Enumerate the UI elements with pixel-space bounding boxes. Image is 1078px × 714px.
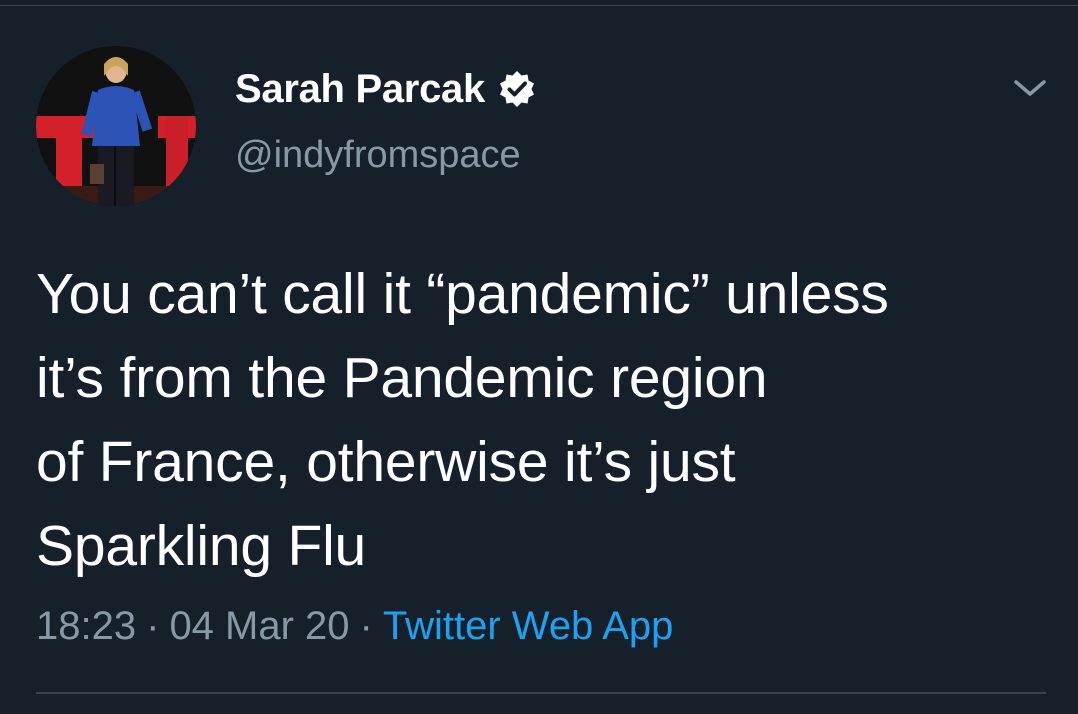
display-name[interactable]: Sarah Parcak [235, 67, 485, 112]
tweet-text: You can’t call it “pandemic” unless it’s… [36, 262, 889, 578]
avatar[interactable] [36, 46, 196, 206]
name-row: Sarah Parcak [235, 64, 537, 114]
meta-separator: · [359, 604, 373, 648]
chevron-down-icon[interactable] [1012, 74, 1048, 102]
user-handle[interactable]: @indyfromspace [235, 134, 537, 177]
bottom-divider [36, 692, 1046, 694]
tweet-source-link[interactable]: Twitter Web App [383, 604, 674, 648]
verified-badge-icon [497, 69, 537, 109]
tweet: Sarah Parcak @indyfromspace You can’t ca… [0, 0, 1078, 714]
meta-separator: · [146, 604, 160, 648]
tweet-header: Sarah Parcak @indyfromspace [235, 64, 537, 177]
tweet-time[interactable]: 18:23 [36, 604, 136, 648]
tweet-date[interactable]: 04 Mar 20 [169, 604, 349, 648]
avatar-image [36, 46, 196, 206]
tweet-meta: 18:23 · 04 Mar 20 · Twitter Web App [36, 604, 673, 649]
